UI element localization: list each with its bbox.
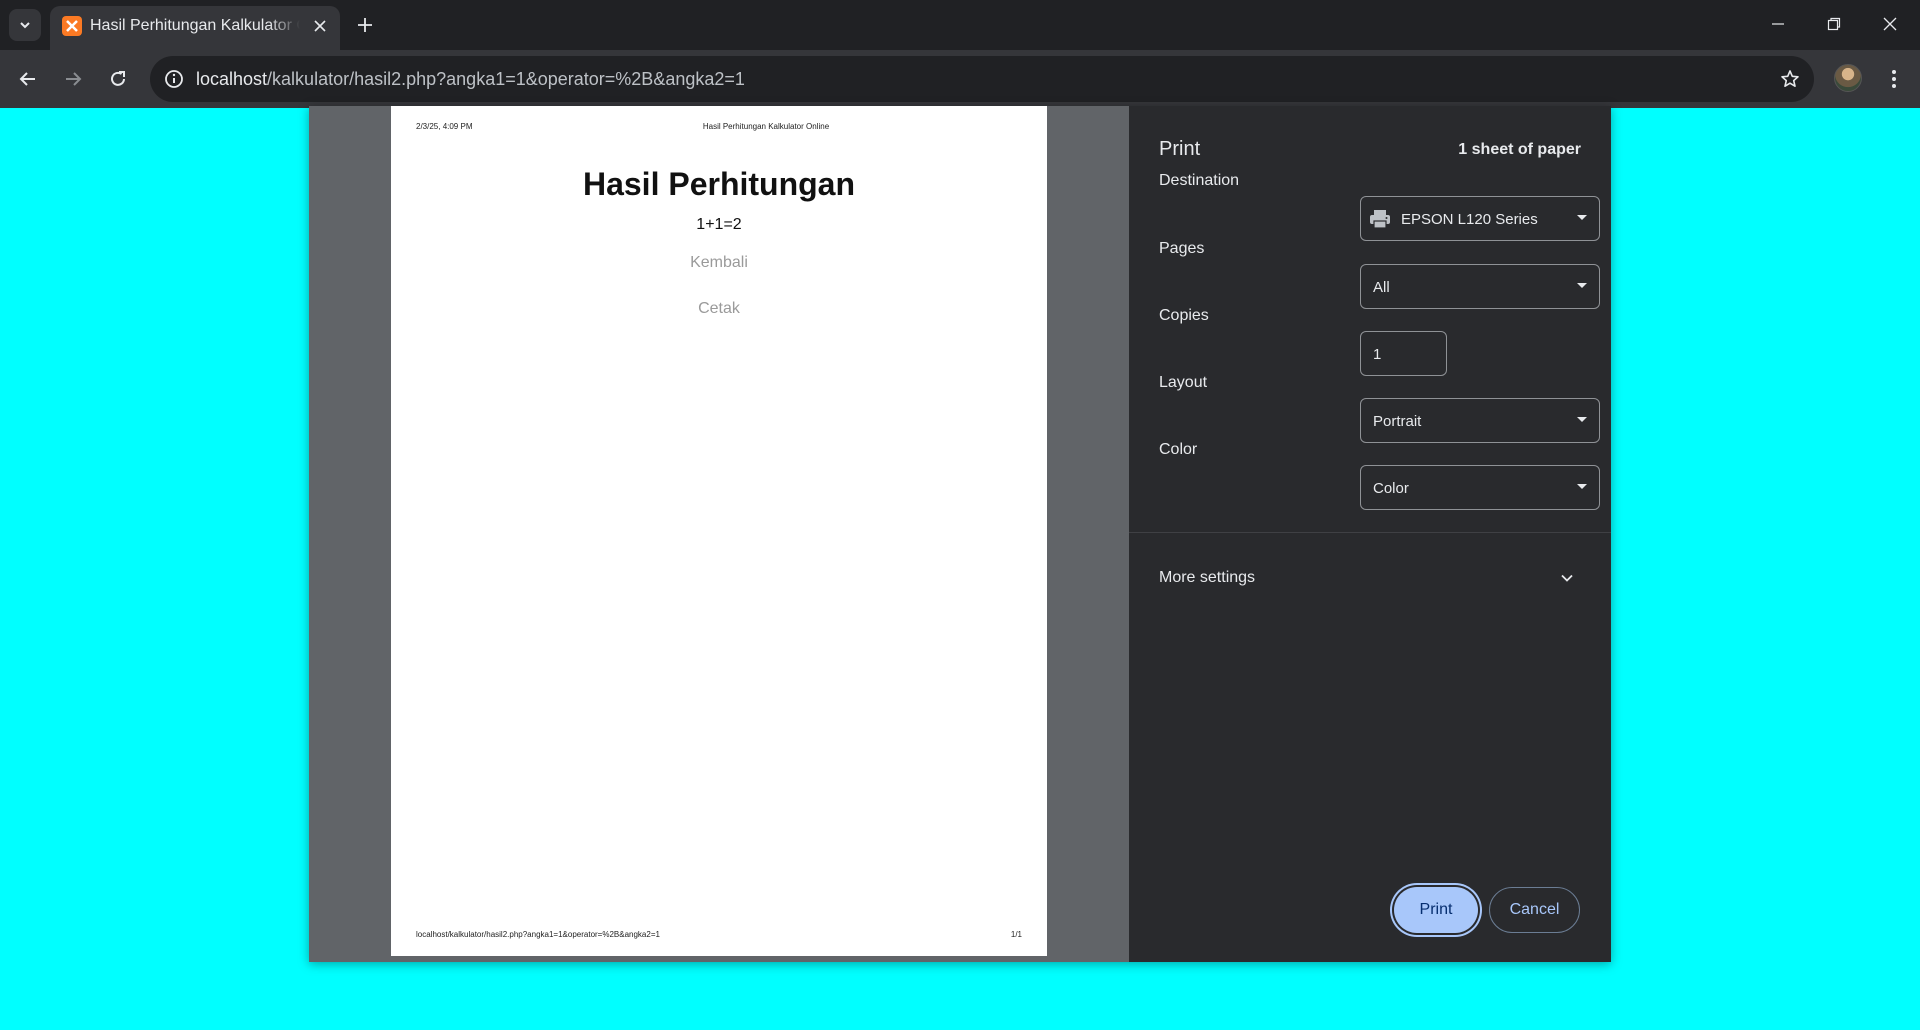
chevron-down-icon <box>20 22 30 29</box>
arrow-left-icon <box>19 72 35 86</box>
preview-footer-page: 1/1 <box>1010 930 1022 939</box>
close-window-button[interactable] <box>1862 0 1918 48</box>
color-value: Color <box>1373 480 1409 497</box>
more-vert-icon <box>1892 70 1896 88</box>
print-settings-panel: Print 1 sheet of paper Destination EPSON… <box>1129 106 1611 962</box>
layout-label: Layout <box>1159 374 1208 391</box>
caret-down-icon <box>1577 215 1587 220</box>
url-host: localhost <box>196 69 268 89</box>
pages-label: Pages <box>1159 240 1205 257</box>
destination-label: Destination <box>1159 172 1240 189</box>
more-settings-toggle[interactable]: More settings <box>1159 569 1255 587</box>
preview-link-cetak: Cetak <box>698 300 740 317</box>
tab-search-button[interactable] <box>9 9 41 41</box>
forward-button[interactable] <box>55 61 91 97</box>
caret-down-icon <box>1577 417 1587 422</box>
printer-icon <box>1370 210 1390 229</box>
xampp-favicon-icon <box>62 16 82 36</box>
print-title: Print <box>1159 138 1201 160</box>
caret-down-icon <box>1577 283 1587 288</box>
bookmark-star-icon[interactable] <box>1776 65 1804 93</box>
pages-select[interactable]: All <box>1360 264 1600 309</box>
preview-header-title: Hasil Perhitungan Kalkulator Online <box>702 122 830 131</box>
layout-value: Portrait <box>1373 413 1422 430</box>
copies-label: Copies <box>1159 307 1209 324</box>
tab-strip: Hasil Perhitungan Kalkulator Online <box>0 0 1920 50</box>
preview-link-kembali: Kembali <box>690 254 748 271</box>
profile-avatar[interactable] <box>1834 64 1862 92</box>
url-path: /kalkulator/hasil2.php?angka1=1&operator… <box>267 69 745 89</box>
reload-button[interactable] <box>100 61 136 97</box>
pages-value: All <box>1373 279 1390 296</box>
browser-toolbar: localhost/kalkulator/hasil2.php?angka1=1… <box>0 50 1920 108</box>
new-tab-button[interactable] <box>350 10 380 40</box>
color-label: Color <box>1159 441 1198 458</box>
reload-icon <box>111 71 125 86</box>
browser-tab[interactable]: Hasil Perhitungan Kalkulator Online <box>50 6 340 50</box>
print-preview-page: 2/3/25, 4:09 PM Hasil Perhitungan Kalkul… <box>391 106 1047 956</box>
layout-select[interactable]: Portrait <box>1360 398 1600 443</box>
close-tab-icon[interactable] <box>308 14 332 38</box>
site-info-icon[interactable] <box>158 63 190 95</box>
preview-footer-url: localhost/kalkulator/hasil2.php?angka1=1… <box>416 930 660 939</box>
preview-heading: Hasil Perhitungan <box>582 166 856 202</box>
close-icon <box>1883 17 1897 31</box>
minimize-button[interactable] <box>1750 0 1806 48</box>
copies-input[interactable]: 1 <box>1360 331 1447 376</box>
cancel-button[interactable]: Cancel <box>1489 887 1580 933</box>
url-text: localhost/kalkulator/hasil2.php?angka1=1… <box>196 69 745 90</box>
expand-more-icon[interactable] <box>1553 564 1581 592</box>
tab-title: Hasil Perhitungan Kalkulator Online <box>90 17 300 34</box>
back-button[interactable] <box>10 61 46 97</box>
preview-result: 1+1=2 <box>696 216 742 233</box>
restore-icon <box>1827 17 1841 31</box>
settings-divider <box>1129 532 1611 533</box>
caret-down-icon <box>1577 484 1587 489</box>
minimize-icon <box>1772 23 1784 25</box>
address-bar[interactable]: localhost/kalkulator/hasil2.php?angka1=1… <box>150 56 1814 102</box>
restore-button[interactable] <box>1806 0 1862 48</box>
print-dialog: 2/3/25, 4:09 PM Hasil Perhitungan Kalkul… <box>309 106 1611 962</box>
print-button[interactable]: Print <box>1394 887 1478 933</box>
copies-value: 1 <box>1373 346 1382 363</box>
sheet-count: 1 sheet of paper <box>1458 141 1581 158</box>
destination-value: EPSON L120 Series <box>1401 211 1538 228</box>
destination-select[interactable]: EPSON L120 Series <box>1360 196 1600 241</box>
arrow-right-icon <box>66 72 82 86</box>
browser-menu-button[interactable] <box>1878 61 1910 97</box>
color-select[interactable]: Color <box>1360 465 1600 510</box>
plus-icon <box>358 18 372 32</box>
